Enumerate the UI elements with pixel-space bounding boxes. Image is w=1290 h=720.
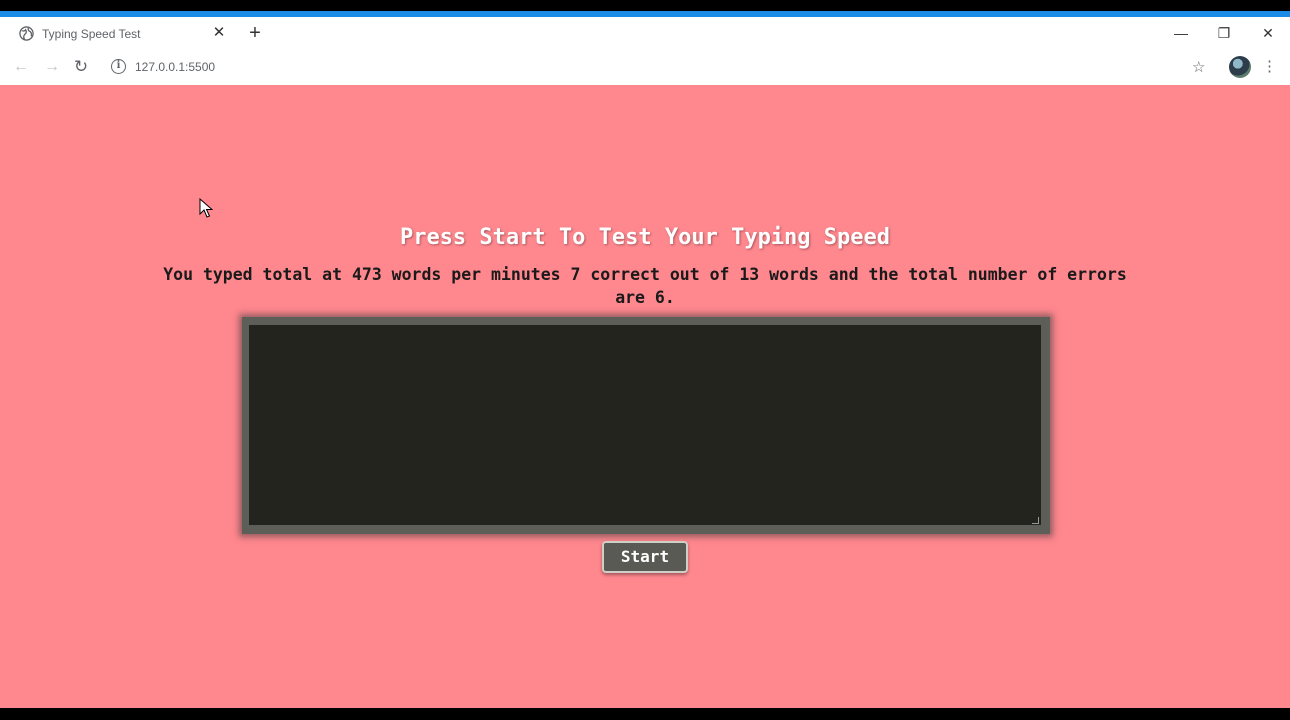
minimize-icon[interactable]: —	[1171, 23, 1191, 43]
mouse-pointer-icon	[199, 198, 213, 218]
close-window-icon[interactable]: ✕	[1258, 23, 1278, 43]
tab-typing-speed-test[interactable]: Typing Speed Test ✕	[0, 17, 238, 50]
bookmark-star-icon[interactable]: ☆	[1192, 58, 1205, 76]
globe-icon	[19, 26, 34, 41]
page-content: Press Start To Test Your Typing Speed Yo…	[0, 85, 1290, 708]
kebab-menu-icon[interactable]: ⋮	[1262, 56, 1277, 78]
info-icon[interactable]: i	[111, 59, 126, 74]
profile-avatar[interactable]	[1229, 56, 1251, 78]
tab-title: Typing Speed Test	[42, 26, 141, 41]
browser-toolbar: ← → ↻ i 127.0.0.1:5500 ☆ ⋮	[0, 50, 1290, 85]
typing-textarea[interactable]	[249, 325, 1041, 525]
new-tab-icon[interactable]: +	[246, 23, 264, 43]
address-bar-url[interactable]: 127.0.0.1:5500	[135, 60, 215, 74]
tab-close-icon[interactable]: ✕	[212, 25, 226, 40]
tab-strip: Typing Speed Test ✕ + — ❐ ✕	[0, 17, 1290, 50]
reload-icon[interactable]: ↻	[72, 58, 90, 76]
page-title: Press Start To Test Your Typing Speed	[399, 225, 891, 250]
typing-result-text: You typed total at 473 words per minutes…	[163, 265, 1127, 307]
forward-arrow-icon[interactable]: →	[43, 58, 61, 76]
restore-icon[interactable]: ❐	[1214, 23, 1234, 43]
start-button[interactable]: Start	[602, 541, 688, 573]
screen-top-bar	[0, 0, 1290, 11]
back-arrow-icon[interactable]: ←	[12, 58, 30, 76]
screen-bottom-bar	[0, 708, 1290, 720]
resize-handle-icon[interactable]	[1032, 517, 1039, 524]
typing-area-frame	[242, 317, 1050, 534]
